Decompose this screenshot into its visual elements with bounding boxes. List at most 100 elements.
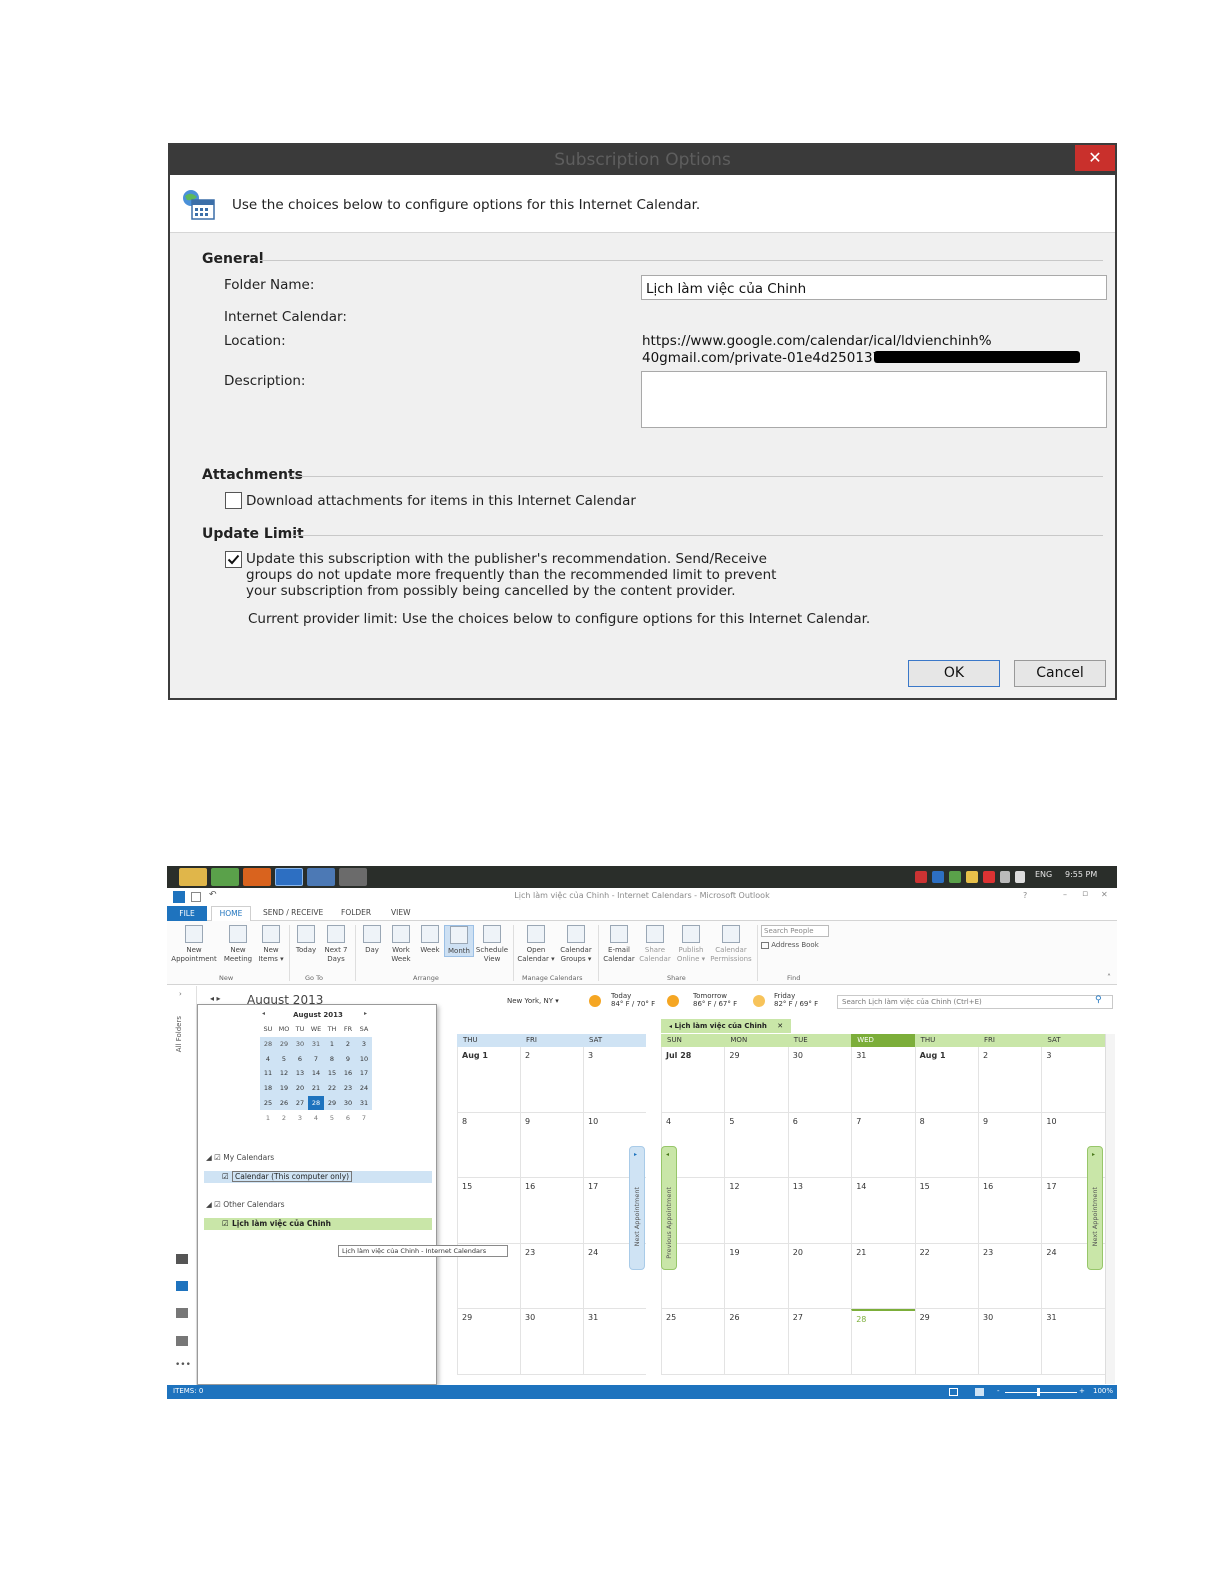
language-indicator[interactable]: ENG bbox=[1035, 870, 1052, 879]
checkbox-checked-icon[interactable]: ☑ bbox=[222, 1171, 229, 1183]
new-appointment-button[interactable]: New Appointment bbox=[171, 925, 217, 963]
search-people-input[interactable]: Search People bbox=[761, 925, 829, 937]
calendar-day-cell[interactable]: 30 bbox=[520, 1309, 583, 1375]
calendar-day-cell[interactable]: 22 bbox=[914, 1243, 978, 1309]
calendar-day-cell[interactable]: 26 bbox=[724, 1309, 788, 1375]
mini-calendar-day[interactable]: 5 bbox=[276, 1051, 292, 1067]
mini-calendar-day[interactable]: 4 bbox=[308, 1111, 324, 1126]
normal-view-icon[interactable] bbox=[949, 1388, 958, 1396]
zoom-out-icon[interactable]: - bbox=[997, 1387, 1000, 1395]
month-nav-arrows[interactable]: ◂ ▸ bbox=[210, 994, 221, 1003]
calendar-day-cell[interactable]: 9 bbox=[978, 1112, 1042, 1178]
zoom-slider-thumb[interactable] bbox=[1037, 1388, 1040, 1396]
mini-calendar-day[interactable]: 7 bbox=[356, 1111, 372, 1126]
mini-calendar-day[interactable]: 9 bbox=[340, 1051, 356, 1067]
email-calendar-button[interactable]: E-mail Calendar bbox=[601, 925, 637, 963]
mini-calendar-day[interactable]: 26 bbox=[276, 1095, 292, 1111]
today-button[interactable]: Today bbox=[291, 925, 321, 955]
schedule-view-button[interactable]: Schedule View bbox=[475, 925, 509, 963]
volume-icon[interactable] bbox=[1015, 871, 1025, 883]
tab-home[interactable]: HOME bbox=[211, 906, 251, 921]
restore-button[interactable]: ▫ bbox=[1082, 889, 1088, 899]
close-window-button[interactable]: ✕ bbox=[1101, 890, 1108, 899]
zoom-in-icon[interactable]: + bbox=[1079, 1387, 1085, 1395]
mini-calendar-day[interactable]: 2 bbox=[276, 1111, 292, 1126]
calendar-day-cell[interactable]: Aug 1 bbox=[914, 1047, 978, 1113]
zoom-slider[interactable] bbox=[1005, 1392, 1077, 1393]
mini-calendar-day[interactable]: 12 bbox=[276, 1066, 292, 1082]
mini-calendar-day[interactable]: 3 bbox=[292, 1111, 308, 1126]
next-appointment-tab[interactable]: ▸ Next Appointment bbox=[629, 1146, 645, 1270]
mini-calendar-day[interactable]: 31 bbox=[308, 1037, 324, 1052]
calendar-item-local[interactable]: ☑ Calendar (This computer only) bbox=[204, 1171, 432, 1183]
app-icon[interactable] bbox=[307, 868, 335, 886]
mini-calendar-day[interactable]: 1 bbox=[324, 1037, 340, 1052]
mini-calendar-day[interactable]: 4 bbox=[260, 1051, 276, 1067]
calendar-day-cell[interactable]: 20 bbox=[787, 1243, 852, 1309]
tray-app-icon[interactable] bbox=[966, 871, 978, 883]
description-textarea[interactable] bbox=[641, 371, 1107, 428]
tray-app-icon[interactable] bbox=[932, 871, 944, 883]
calendar-day-cell[interactable]: 3 bbox=[583, 1047, 646, 1113]
calendar-day-cell[interactable]: 29 bbox=[457, 1309, 520, 1375]
calendar-day-cell[interactable]: 28 bbox=[851, 1309, 915, 1375]
calendar-day-cell[interactable]: 29 bbox=[724, 1047, 788, 1113]
calendar-day-cell[interactable]: 16 bbox=[520, 1178, 583, 1244]
next-7-days-button[interactable]: Next 7 Days bbox=[321, 925, 351, 963]
calendar-day-cell[interactable]: 9 bbox=[520, 1112, 583, 1178]
search-icon[interactable]: ⚲ bbox=[1095, 995, 1102, 1005]
other-calendars-group[interactable]: ◢ ☑ Other Calendars bbox=[206, 1200, 285, 1209]
mini-calendar-day[interactable]: 29 bbox=[276, 1037, 292, 1052]
mini-calendar-day[interactable]: 11 bbox=[260, 1066, 276, 1082]
mini-next-icon[interactable]: ▸ bbox=[364, 1010, 367, 1017]
calendar-tab-internet[interactable]: ◂ Lịch làm việc của Chinh ✕ bbox=[661, 1019, 791, 1033]
calendar-day-cell[interactable]: 13 bbox=[787, 1178, 852, 1244]
mini-calendar-day[interactable]: 30 bbox=[292, 1037, 308, 1052]
more-icon[interactable]: ••• bbox=[175, 1360, 191, 1370]
mini-calendar-day[interactable]: 8 bbox=[324, 1051, 340, 1067]
help-icon[interactable]: ? bbox=[1023, 891, 1027, 900]
app-icon[interactable] bbox=[339, 868, 367, 886]
calendar-permissions-button[interactable]: Calendar Permissions bbox=[709, 925, 753, 963]
work-week-button[interactable]: Work Week bbox=[386, 925, 416, 963]
calendar-day-cell[interactable]: 15 bbox=[457, 1178, 520, 1244]
mini-calendar-day[interactable]: 29 bbox=[324, 1095, 340, 1111]
previous-appointment-tab[interactable]: ◂ Previous Appointment bbox=[661, 1146, 677, 1270]
firefox-icon[interactable] bbox=[243, 868, 271, 886]
mini-calendar-day[interactable]: 25 bbox=[260, 1095, 276, 1111]
mini-calendar-day[interactable]: 30 bbox=[340, 1095, 356, 1111]
ok-button[interactable]: OK bbox=[908, 660, 1000, 687]
calendar-day-cell[interactable]: 31 bbox=[1041, 1309, 1105, 1375]
mini-calendar-day[interactable]: 5 bbox=[324, 1111, 340, 1126]
file-explorer-icon[interactable] bbox=[179, 868, 207, 886]
calendar-scrollbar[interactable] bbox=[1105, 1034, 1115, 1384]
mini-calendar-day[interactable]: 13 bbox=[292, 1066, 308, 1082]
mini-calendar-day[interactable]: 28 bbox=[260, 1037, 276, 1052]
mini-calendar-day[interactable]: 3 bbox=[356, 1037, 372, 1052]
mini-calendar-day[interactable]: 6 bbox=[340, 1111, 356, 1126]
mini-calendar-day[interactable]: 22 bbox=[324, 1081, 340, 1096]
mini-calendar-day[interactable]: 27 bbox=[292, 1095, 308, 1111]
calendar-day-cell[interactable]: 31 bbox=[583, 1309, 646, 1375]
calendar-day-cell[interactable]: 23 bbox=[520, 1243, 583, 1309]
search-calendar-input[interactable]: Search Lịch làm việc của Chinh (Ctrl+E) bbox=[837, 995, 1113, 1009]
calendar-groups-button[interactable]: Calendar Groups ▾ bbox=[557, 925, 595, 963]
calendar-day-cell[interactable]: 8 bbox=[914, 1112, 978, 1178]
tray-app-icon[interactable] bbox=[915, 871, 927, 883]
mini-calendar-day[interactable]: 2 bbox=[340, 1037, 356, 1052]
tasks-icon[interactable] bbox=[176, 1336, 188, 1346]
all-folders-label[interactable]: All Folders bbox=[175, 1016, 183, 1052]
mini-calendar-day[interactable]: 31 bbox=[356, 1095, 372, 1111]
flag-icon[interactable] bbox=[983, 871, 995, 883]
weather-location[interactable]: New York, NY ▾ bbox=[507, 997, 559, 1005]
calendar-day-cell[interactable]: 29 bbox=[914, 1309, 978, 1375]
minimize-button[interactable]: – bbox=[1063, 890, 1067, 899]
calendar-day-cell[interactable]: Aug 1 bbox=[457, 1047, 520, 1113]
calendar-item-internet[interactable]: ☑ Lịch làm việc của Chinh bbox=[204, 1218, 432, 1230]
calendar-day-cell[interactable]: 6 bbox=[787, 1112, 852, 1178]
calendar-day-cell[interactable]: 23 bbox=[978, 1243, 1042, 1309]
mini-calendar-day[interactable]: 16 bbox=[340, 1066, 356, 1082]
publish-online-button[interactable]: Publish Online ▾ bbox=[673, 925, 709, 963]
mini-calendar-day[interactable]: 24 bbox=[356, 1081, 372, 1096]
collapse-ribbon-icon[interactable]: ˄ bbox=[1107, 973, 1111, 982]
